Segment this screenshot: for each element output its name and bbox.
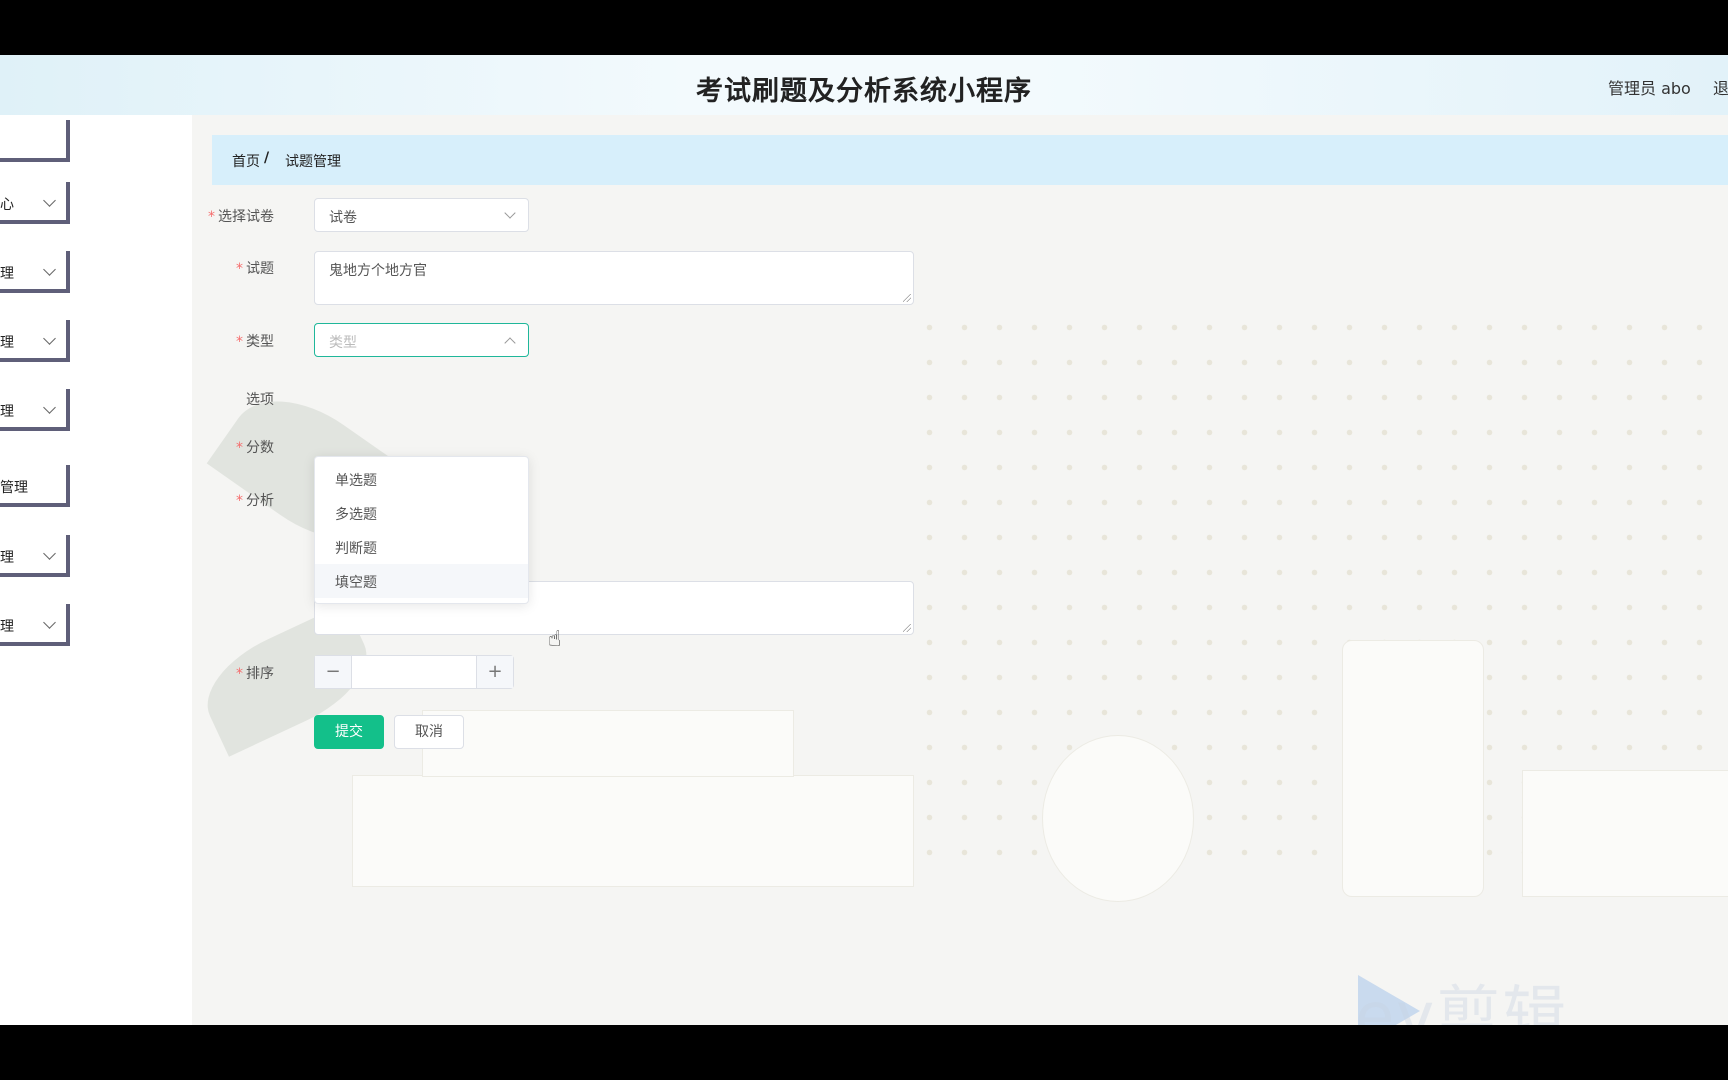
main-content: 首页 / 试题管理 * 选择试卷 试卷 * 试题 鬼地方个地方官 * 类型 类型 选项…: [192, 115, 1728, 1025]
type-option-single[interactable]: 单选题: [315, 462, 528, 496]
app-window: 考试刷题及分析系统小程序 管理员 abo 退 心 理 理 理 管理 理 理 首页…: [0, 55, 1728, 1025]
sidebar-item-label: 理: [0, 266, 14, 282]
cancel-button[interactable]: 取消: [394, 715, 464, 749]
type-option-judge[interactable]: 判断题: [315, 530, 528, 564]
chevron-down-icon: [43, 547, 56, 560]
chevron-down-icon: [504, 207, 516, 219]
order-label: * 排序: [236, 666, 274, 682]
sidebar-item-label: 理: [0, 550, 14, 566]
tape-decoration: [1042, 735, 1194, 902]
sidebar-item-3[interactable]: 理: [0, 251, 70, 293]
top-header: 考试刷题及分析系统小程序 管理员 abo 退: [0, 55, 1728, 115]
breadcrumb: 首页 / 试题管理: [212, 135, 1728, 185]
user-name[interactable]: 管理员 abo: [1608, 75, 1691, 99]
resize-grip-icon[interactable]: [903, 624, 911, 632]
decrement-button[interactable]: −: [315, 656, 352, 688]
sidebar-item-label: 理: [0, 619, 14, 635]
sidebar-item-7[interactable]: 理: [0, 535, 70, 577]
chevron-up-icon: [504, 337, 516, 349]
sidebar-item-5[interactable]: 理: [0, 389, 70, 431]
score-label: * 分数: [236, 440, 274, 456]
sidebar-item-2[interactable]: 心: [0, 182, 70, 224]
paper-select[interactable]: 试卷: [314, 198, 529, 232]
breadcrumb-home[interactable]: 首页: [232, 151, 260, 171]
question-text: 鬼地方个地方官: [329, 263, 427, 279]
box-decoration: [1522, 770, 1728, 897]
type-option-fill[interactable]: 填空题: [315, 564, 528, 598]
question-textarea[interactable]: 鬼地方个地方官: [314, 251, 914, 305]
hand-cursor-icon: ☝: [548, 627, 562, 652]
sidebar-item-label: 心: [0, 197, 14, 213]
submit-button[interactable]: 提交: [314, 715, 384, 749]
box-decoration: [422, 710, 794, 777]
sidebar-item-1[interactable]: [0, 120, 70, 162]
chevron-down-icon: [43, 616, 56, 629]
type-select-placeholder: 类型: [329, 335, 357, 351]
chevron-down-icon: [43, 332, 56, 345]
sidebar-item-question-management[interactable]: 管理: [0, 465, 70, 507]
resize-grip-icon[interactable]: [903, 294, 911, 302]
sidebar-item-8[interactable]: 理: [0, 604, 70, 646]
breadcrumb-separator: /: [264, 150, 270, 166]
sidebar-item-label: 管理: [0, 480, 28, 496]
increment-button[interactable]: +: [476, 656, 513, 688]
paper-label: * 选择试卷: [208, 209, 274, 225]
order-stepper[interactable]: − +: [314, 655, 514, 689]
sidebar-item-label: 理: [0, 335, 14, 351]
box-decoration: [352, 775, 914, 887]
cylinder-decoration: [1342, 640, 1484, 897]
page-title: 考试刷题及分析系统小程序: [696, 76, 1032, 107]
logout-link[interactable]: 退: [1713, 75, 1728, 99]
type-select[interactable]: 类型: [314, 323, 529, 357]
sidebar-item-4[interactable]: 理: [0, 320, 70, 362]
sidebar-item-label: 理: [0, 404, 14, 420]
chevron-down-icon: [43, 263, 56, 276]
type-label: * 类型: [236, 334, 274, 350]
type-option-multi[interactable]: 多选题: [315, 496, 528, 530]
breadcrumb-current: 试题管理: [285, 154, 341, 170]
type-dropdown: 单选题 多选题 判断题 填空题: [314, 456, 529, 604]
chevron-down-icon: [43, 401, 56, 414]
analysis-label: * 分析: [236, 493, 274, 509]
paper-select-value: 试卷: [329, 210, 357, 226]
question-label: * 试题: [236, 261, 274, 277]
sidebar: 心 理 理 理 管理 理 理: [0, 115, 192, 1025]
options-label: 选项: [246, 392, 274, 408]
chevron-down-icon: [43, 194, 56, 207]
watermark-text: ev剪辑: [1355, 980, 1569, 1025]
